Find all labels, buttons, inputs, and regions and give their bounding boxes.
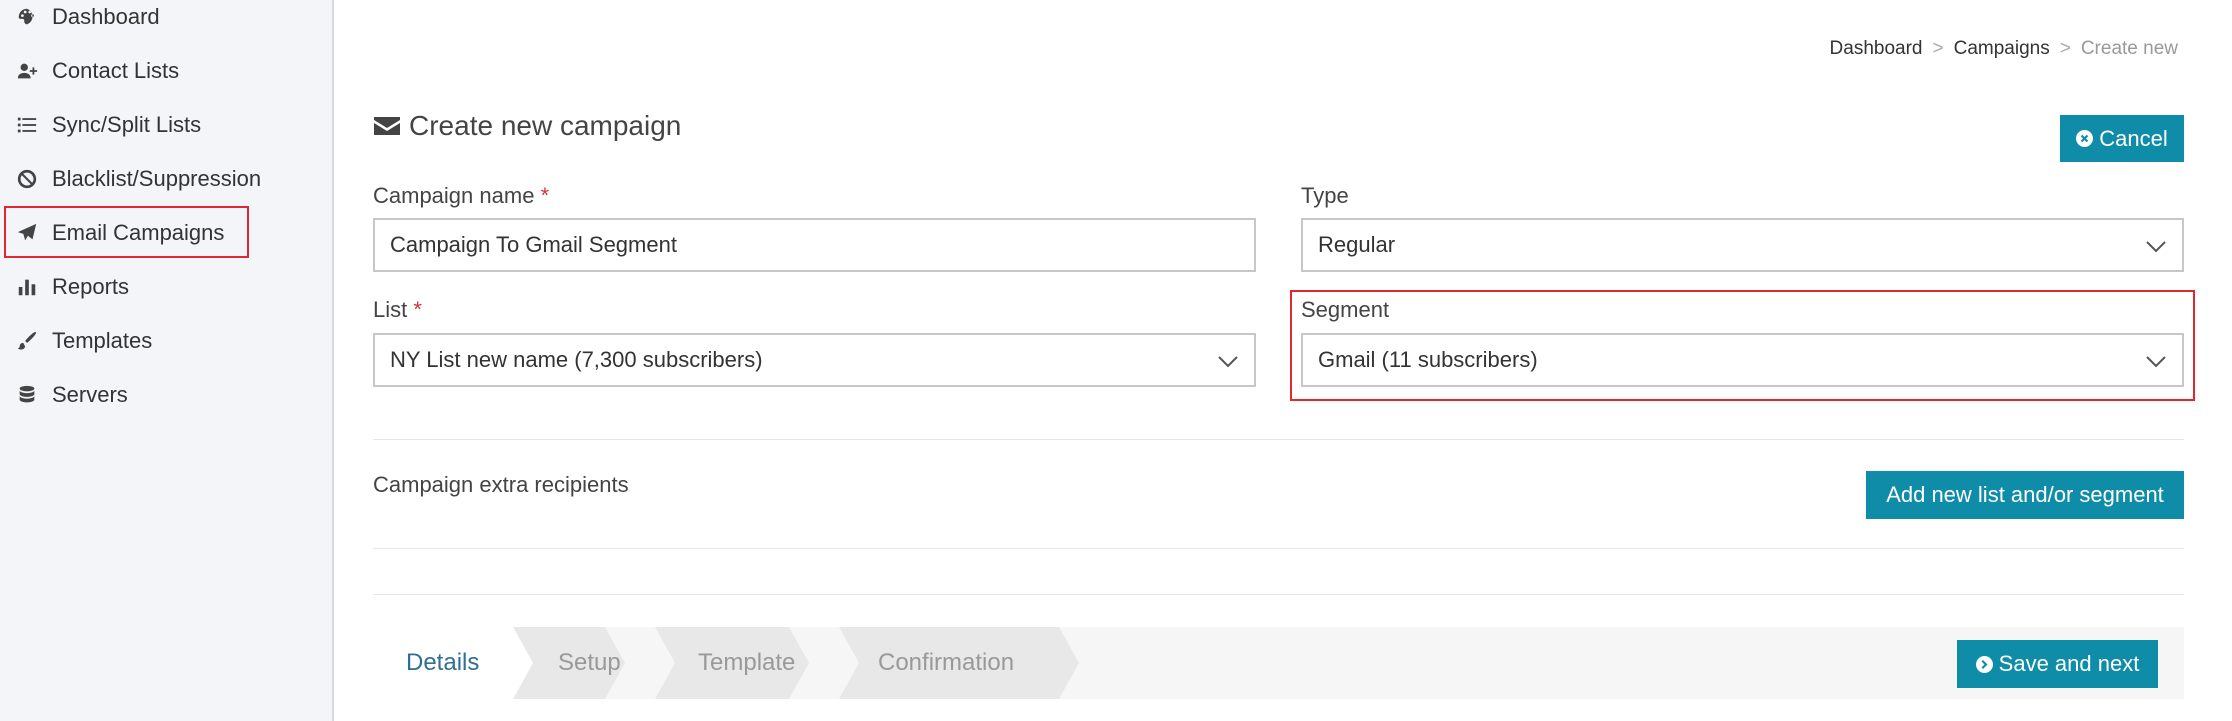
- sidebar-item-templates[interactable]: Templates: [0, 314, 334, 368]
- campaign-name-input[interactable]: Campaign To Gmail Segment: [373, 218, 1256, 272]
- segment-highlight: [1290, 290, 2195, 401]
- chevron-down-icon: [1216, 349, 1240, 373]
- breadcrumb-current: Create new: [2080, 38, 2178, 59]
- breadcrumb-separator: >: [2059, 38, 2071, 59]
- list-label: List *: [373, 297, 422, 323]
- sidebar-item-contact-lists[interactable]: Contact Lists: [0, 44, 334, 98]
- type-label-text: Type: [1301, 183, 1349, 208]
- sidebar-item-label: Templates: [52, 328, 153, 353]
- sidebar-item-label: Dashboard: [52, 4, 160, 29]
- sidebar-item-label: Contact Lists: [52, 58, 180, 83]
- sidebar-item-blacklist[interactable]: Blacklist/Suppression: [0, 152, 334, 206]
- sidebar-item-label: Blacklist/Suppression: [52, 166, 262, 191]
- required-mark: *: [413, 297, 422, 322]
- database-icon: [15, 383, 39, 407]
- cancel-circle-icon: [2076, 130, 2094, 147]
- divider: [373, 439, 2184, 440]
- list-value: NY List new name (7,300 subscribers): [390, 347, 763, 372]
- step-details[interactable]: Details: [406, 627, 480, 699]
- list-icon: [15, 113, 39, 137]
- type-select[interactable]: Regular: [1301, 218, 2184, 272]
- sidebar-item-dashboard[interactable]: Dashboard: [0, 0, 334, 44]
- sidebar-item-label: Sync/Split Lists: [52, 112, 202, 137]
- envelope-icon: [374, 117, 400, 135]
- wizard-steps: Details Setup Template Confirmation: [373, 627, 2184, 699]
- breadcrumb-campaigns[interactable]: Campaigns: [1954, 38, 2050, 60]
- email-campaigns-highlight: [4, 206, 249, 258]
- breadcrumb-dashboard[interactable]: Dashboard: [1830, 38, 1923, 60]
- sidebar-item-label: Reports: [52, 274, 130, 299]
- user-plus-icon: [15, 59, 39, 83]
- chevron-down-icon: [2144, 234, 2168, 258]
- page-title-text: Create new campaign: [409, 110, 682, 141]
- breadcrumb: Dashboard > Campaigns > Create new: [1830, 38, 2178, 60]
- cancel-button-label: Cancel: [2099, 125, 2168, 151]
- divider: [373, 594, 2184, 595]
- save-and-next-button[interactable]: Save and next: [1957, 640, 2158, 688]
- type-label: Type: [1301, 183, 1349, 209]
- campaign-name-label: Campaign name *: [373, 183, 549, 209]
- palette-icon: [15, 5, 39, 29]
- cancel-button[interactable]: Cancel: [2060, 115, 2184, 162]
- add-list-segment-button-label: Add new list and/or segment: [1886, 482, 2164, 507]
- sidebar: Dashboard Contact Lists Sync/Split Lists…: [0, 0, 334, 721]
- list-select[interactable]: NY List new name (7,300 subscribers): [373, 333, 1256, 387]
- bar-chart-icon: [15, 275, 39, 299]
- add-list-segment-button[interactable]: Add new list and/or segment: [1866, 471, 2184, 519]
- campaign-name-value: Campaign To Gmail Segment: [390, 232, 677, 257]
- sidebar-item-reports[interactable]: Reports: [0, 260, 334, 314]
- type-value: Regular: [1318, 232, 1396, 257]
- sidebar-item-servers[interactable]: Servers: [0, 368, 334, 422]
- brush-icon: [15, 329, 39, 353]
- sidebar-item-label: Servers: [52, 382, 128, 407]
- required-mark: *: [540, 183, 550, 208]
- step-confirmation[interactable]: Confirmation: [878, 627, 1014, 699]
- ban-icon: [15, 167, 39, 191]
- step-setup[interactable]: Setup: [558, 627, 621, 699]
- chevron-circle-right-icon: [1975, 655, 1993, 673]
- page-title: Create new campaign: [373, 110, 681, 142]
- campaign-name-label-text: Campaign name: [373, 183, 535, 208]
- save-and-next-label: Save and next: [1998, 651, 2140, 676]
- list-label-text: List: [373, 297, 408, 322]
- extra-recipients-label: Campaign extra recipients: [373, 472, 629, 497]
- breadcrumb-separator: >: [1932, 38, 1944, 59]
- divider: [373, 548, 2184, 549]
- step-template[interactable]: Template: [698, 627, 795, 699]
- sidebar-item-sync-split-lists[interactable]: Sync/Split Lists: [0, 98, 334, 152]
